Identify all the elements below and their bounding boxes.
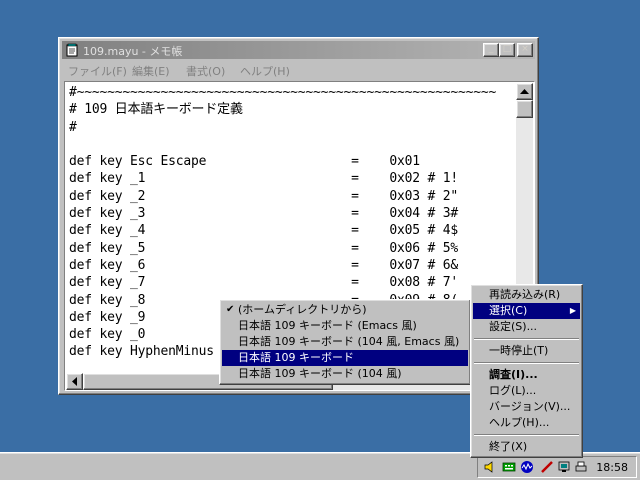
menu-separator — [473, 359, 580, 367]
menu-item-label: 日本語 109 キーボード (104 風) — [238, 367, 402, 380]
menu-item-keymap-emacs[interactable]: 日本語 109 キーボード (Emacs 風) — [222, 318, 468, 334]
system-tray: 18:58 — [477, 456, 637, 478]
menu-item-label: ヘルプ(H)... — [489, 416, 550, 429]
pen-icon[interactable] — [540, 460, 554, 474]
menu-item-label: ログ(L)... — [489, 384, 537, 397]
menu-item-log[interactable]: ログ(L)... — [473, 383, 580, 399]
menu-item-keymap-104[interactable]: 日本語 109 キーボード (104 風) — [222, 366, 468, 382]
menu-item-settings[interactable]: 設定(S)... — [473, 319, 580, 335]
menu-item-label: 一時停止(T) — [489, 344, 549, 357]
menu-item-label: 再読み込み(R) — [489, 288, 561, 301]
close-button[interactable]: × — [517, 43, 533, 57]
window-title: 109.mayu - メモ帳 — [83, 45, 183, 58]
menu-item-label: 日本語 109 キーボード — [238, 351, 354, 364]
menu-item-exit[interactable]: 終了(X) — [473, 439, 580, 455]
checkmark-icon: ✔ — [226, 304, 235, 315]
printer-icon[interactable] — [574, 460, 588, 474]
menu-item-help[interactable]: ヘルプ(H)... — [473, 415, 580, 431]
menu-item-keymap-109[interactable]: 日本語 109 キーボード — [222, 350, 468, 366]
menu-item-label: バージョン(V)... — [489, 400, 571, 413]
vertical-scroll-thumb[interactable] — [516, 100, 533, 118]
clock[interactable]: 18:58 — [596, 461, 628, 474]
menu-item-reload[interactable]: 再読み込み(R) — [473, 287, 580, 303]
menu-help[interactable]: ヘルプ(H) — [240, 63, 290, 79]
menu-item-label: 選択(C) — [489, 304, 528, 317]
menu-item-label: 調査(I)... — [489, 368, 538, 381]
menu-separator — [473, 431, 580, 439]
menu-item-label: 終了(X) — [489, 440, 528, 453]
menu-edit[interactable]: 編集(E) — [132, 63, 170, 79]
keyboard-icon[interactable] — [502, 460, 516, 474]
scroll-left-button[interactable] — [66, 373, 83, 390]
menu-item-select[interactable]: 選択(C) ▶ — [473, 303, 580, 319]
arrow-up-icon — [520, 89, 529, 94]
arrow-left-icon — [71, 377, 77, 386]
menu-item-label: 日本語 109 キーボード (104 風, Emacs 風) — [238, 335, 460, 348]
menu-item-label: 設定(S)... — [489, 320, 538, 333]
menu-separator — [473, 335, 580, 343]
menu-item-investigate[interactable]: 調査(I)... — [473, 367, 580, 383]
menu-item-version[interactable]: バージョン(V)... — [473, 399, 580, 415]
speaker-icon[interactable] — [483, 460, 497, 474]
menu-item-label: 日本語 109 キーボード (Emacs 風) — [238, 319, 417, 332]
keymap-select-submenu: ✔ (ホームディレクトリから) 日本語 109 キーボード (Emacs 風) … — [219, 299, 471, 385]
menu-item-label: (ホームディレクトリから) — [238, 303, 367, 316]
network-icon[interactable] — [520, 460, 534, 474]
title-bar[interactable]: 109.mayu - メモ帳 _ □ × — [62, 41, 535, 59]
submenu-arrow-icon: ▶ — [569, 306, 576, 315]
maximize-button[interactable]: □ — [499, 43, 515, 57]
menu-bar: ファイル(F) 編集(E) 書式(O) ヘルプ(H) — [62, 60, 535, 79]
menu-format[interactable]: 書式(O) — [186, 63, 225, 79]
menu-item-home-directory[interactable]: ✔ (ホームディレクトリから) — [222, 302, 468, 318]
tray-context-menu: 再読み込み(R) 選択(C) ▶ 設定(S)... 一時停止(T) 調査(I).… — [470, 284, 583, 458]
menu-item-pause[interactable]: 一時停止(T) — [473, 343, 580, 359]
notepad-icon — [66, 43, 78, 57]
scroll-up-button[interactable] — [516, 83, 533, 100]
monitor-icon[interactable] — [558, 460, 572, 474]
menu-file[interactable]: ファイル(F) — [68, 63, 127, 79]
menu-item-keymap-104-emacs[interactable]: 日本語 109 キーボード (104 風, Emacs 風) — [222, 334, 468, 350]
minimize-button[interactable]: _ — [483, 43, 499, 57]
